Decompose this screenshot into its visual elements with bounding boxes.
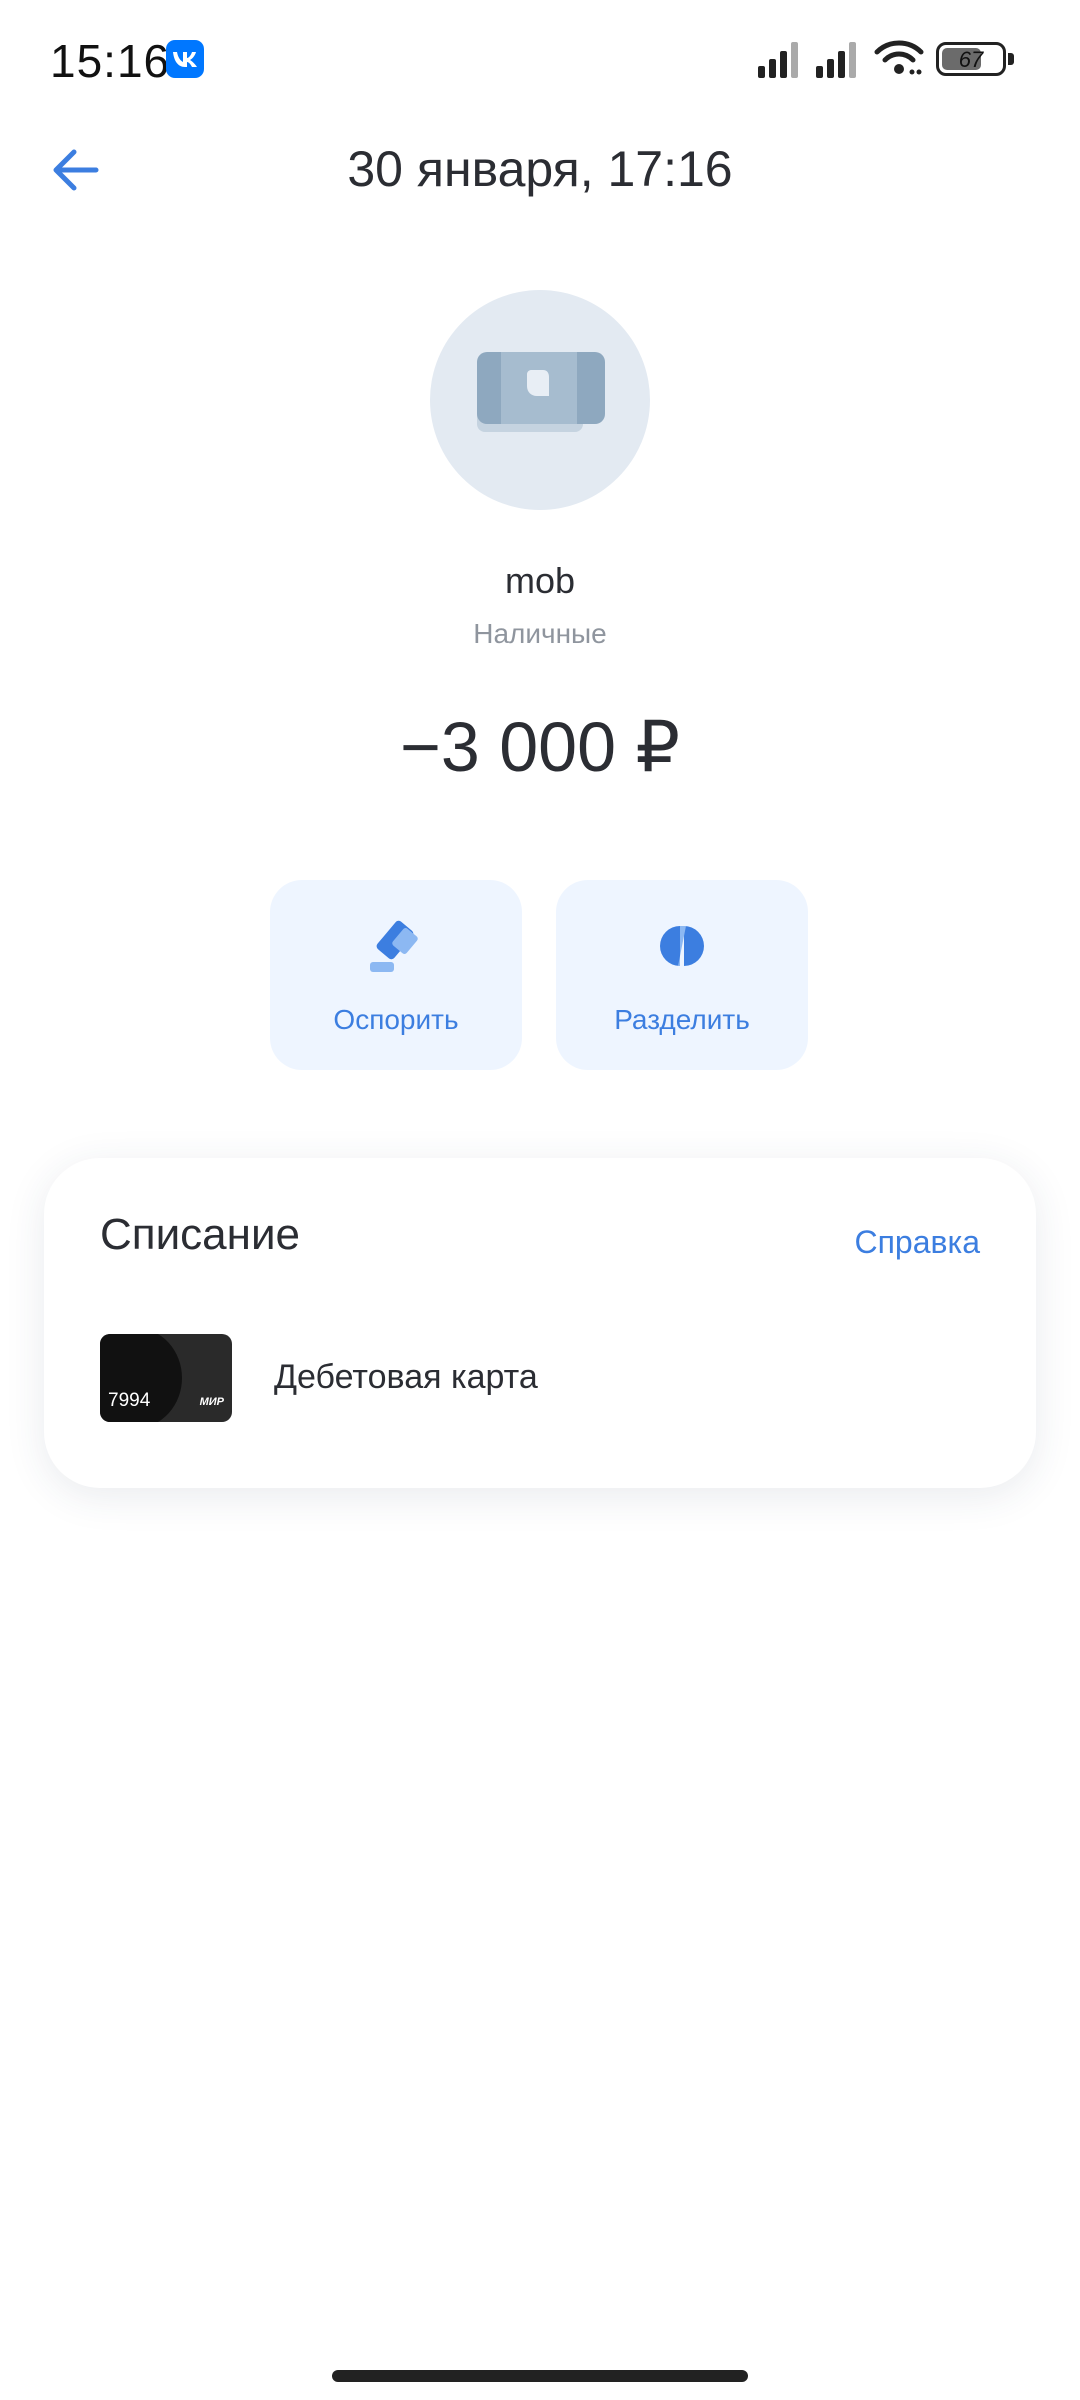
wifi-icon (874, 40, 924, 75)
debit-section-title: Списание (100, 1210, 300, 1259)
battery-tip (1008, 53, 1014, 65)
dispute-button[interactable]: Оспорить (270, 880, 522, 1070)
signal-icon (758, 42, 798, 78)
debit-section: Списание Справка 7994 МИР Дебетовая карт… (44, 1158, 1036, 1488)
dispute-label: Оспорить (333, 1004, 459, 1035)
transaction-details-screen: 15:16 67 30 января, 17:16 mob Наличные −… (0, 0, 1080, 2400)
status-bar: 15:16 67 (0, 0, 1080, 120)
transaction-amount: −3 000 ₽ (399, 708, 681, 786)
payment-system-logo: МИР (199, 1396, 224, 1408)
card-label[interactable]: Дебетовая карта (274, 1358, 538, 1397)
card-last4: 7994 (108, 1390, 151, 1411)
split-button[interactable]: Разделить (556, 880, 808, 1070)
battery-level: 67 (958, 47, 984, 72)
battery-indicator: 67 (936, 42, 1006, 76)
vk-icon (166, 40, 204, 78)
home-indicator[interactable] (332, 2370, 748, 2382)
help-link[interactable]: Справка (854, 1224, 980, 1261)
gavel-icon (370, 920, 418, 972)
cash-icon (477, 352, 605, 432)
merchant-avatar (430, 290, 650, 510)
bank-card-thumbnail[interactable]: 7994 МИР (100, 1334, 232, 1422)
split-label: Разделить (614, 1004, 750, 1035)
split-icon (660, 926, 704, 966)
page-title: 30 января, 17:16 (347, 141, 733, 197)
merchant-name: mob (504, 560, 576, 601)
merchant-category: Наличные (473, 618, 607, 649)
status-time: 15:16 (50, 35, 171, 87)
signal-icon-2 (816, 42, 856, 78)
